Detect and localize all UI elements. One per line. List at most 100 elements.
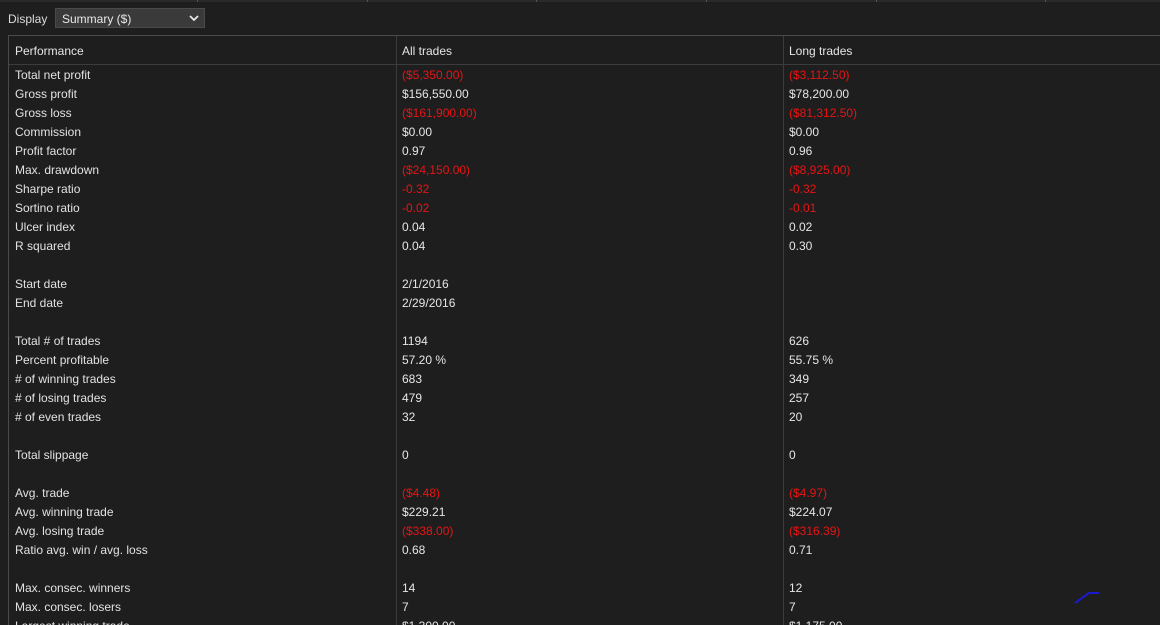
all-trades-value: $0.00 xyxy=(402,125,433,139)
metric-label: Largest winning trade xyxy=(15,619,130,625)
display-toolbar: Display Summary ($) xyxy=(0,6,1160,30)
table-row[interactable]: Ratio avg. win / avg. loss 0.68 0.71 xyxy=(9,540,1160,559)
grid-body: Total net profit ($5,350.00) ($3,112.50) Gr… xyxy=(9,65,1160,625)
display-select[interactable]: Summary ($) xyxy=(55,8,205,28)
long-trades-value: $0.00 xyxy=(789,125,820,139)
metric-label: Total net profit xyxy=(15,68,91,82)
table-row[interactable]: Max. consec. losers 7 7 xyxy=(9,597,1160,616)
long-trades-value: ($81,312.50) xyxy=(789,106,858,120)
metric-label: # of winning trades xyxy=(15,372,116,386)
all-trades-value: 0.97 xyxy=(402,144,426,158)
metric-label: Max. drawdown xyxy=(15,163,100,177)
long-trades-value: 0.96 xyxy=(789,144,813,158)
long-trades-value: -0.32 xyxy=(789,182,817,196)
table-row[interactable]: Gross loss ($161,900.00) ($81,312.50) xyxy=(9,103,1160,122)
table-row[interactable]: Avg. winning trade $229.21 $224.07 xyxy=(9,502,1160,521)
table-row[interactable]: Avg. trade ($4.48) ($4.97) xyxy=(9,483,1160,502)
top-strip-divider xyxy=(197,0,198,2)
table-row[interactable]: Largest winning trade $1,300.00 $1,175.00 xyxy=(9,616,1160,625)
all-trades-value: $1,300.00 xyxy=(402,619,455,625)
metric-label: Ulcer index xyxy=(15,220,76,234)
metric-label: Gross profit xyxy=(15,87,78,101)
table-row[interactable]: # of even trades 32 20 xyxy=(9,407,1160,426)
metric-label: Profit factor xyxy=(15,144,77,158)
display-label: Display xyxy=(8,12,48,26)
all-trades-value: ($4.48) xyxy=(402,486,441,500)
long-trades-value: -0.01 xyxy=(789,201,817,215)
top-strip-divider xyxy=(536,0,537,2)
table-row[interactable]: End date 2/29/2016 xyxy=(9,293,1160,312)
long-trades-value: $78,200.00 xyxy=(789,87,850,101)
all-trades-value: -0.32 xyxy=(402,182,430,196)
long-trades-value: 0.30 xyxy=(789,239,813,253)
table-row[interactable]: R squared 0.04 0.30 xyxy=(9,236,1160,255)
table-row[interactable]: Sortino ratio -0.02 -0.01 xyxy=(9,198,1160,217)
metric-label: R squared xyxy=(15,239,71,253)
table-row[interactable]: Total net profit ($5,350.00) ($3,112.50) xyxy=(9,65,1160,84)
table-row[interactable]: Total slippage 0 0 xyxy=(9,445,1160,464)
long-trades-value: ($4.97) xyxy=(789,486,828,500)
long-trades-value: ($316.39) xyxy=(789,524,841,538)
top-strip-divider xyxy=(367,0,368,2)
all-trades-value: 32 xyxy=(402,410,416,424)
all-trades-value: 0.04 xyxy=(402,239,426,253)
performance-grid: Performance All trades Long trades Total… xyxy=(8,35,1160,625)
metric-label: Sharpe ratio xyxy=(15,182,81,196)
metric-label: # of even trades xyxy=(15,410,102,424)
all-trades-value: $156,550.00 xyxy=(402,87,469,101)
all-trades-value: ($338.00) xyxy=(402,524,454,538)
table-row[interactable]: Ulcer index 0.04 0.02 xyxy=(9,217,1160,236)
trend-line-icon xyxy=(1074,592,1099,604)
table-row[interactable]: Start date 2/1/2016 xyxy=(9,274,1160,293)
all-trades-value: 683 xyxy=(402,372,423,386)
table-row[interactable]: Profit factor 0.97 0.96 xyxy=(9,141,1160,160)
metric-label: Sortino ratio xyxy=(15,201,80,215)
metric-label: Commission xyxy=(15,125,82,139)
table-row[interactable]: # of losing trades 479 257 xyxy=(9,388,1160,407)
long-trades-value: 626 xyxy=(789,334,810,348)
table-row[interactable] xyxy=(9,255,1160,274)
metric-label: Start date xyxy=(15,277,68,291)
metric-label: Gross loss xyxy=(15,106,72,120)
long-trades-value: 0.02 xyxy=(789,220,813,234)
top-strip-divider xyxy=(706,0,707,2)
all-trades-value: 0.04 xyxy=(402,220,426,234)
table-row[interactable]: # of winning trades 683 349 xyxy=(9,369,1160,388)
long-trades-value: 349 xyxy=(789,372,810,386)
table-row[interactable]: Sharpe ratio -0.32 -0.32 xyxy=(9,179,1160,198)
metric-label: Avg. winning trade xyxy=(15,505,114,519)
all-trades-value: 479 xyxy=(402,391,423,405)
table-row[interactable] xyxy=(9,559,1160,578)
all-trades-value: $229.21 xyxy=(402,505,446,519)
top-strip-divider xyxy=(1045,0,1046,2)
long-trades-value: 20 xyxy=(789,410,803,424)
all-trades-value: ($24,150.00) xyxy=(402,163,471,177)
table-row[interactable]: Commission $0.00 $0.00 xyxy=(9,122,1160,141)
table-row[interactable]: Max. drawdown ($24,150.00) ($8,925.00) xyxy=(9,160,1160,179)
all-trades-value: -0.02 xyxy=(402,201,430,215)
table-row[interactable]: Max. consec. winners 14 12 xyxy=(9,578,1160,597)
header-all-trades[interactable]: All trades xyxy=(402,44,452,58)
metric-label: Ratio avg. win / avg. loss xyxy=(15,543,148,557)
table-row[interactable] xyxy=(9,426,1160,445)
grid-header: Performance All trades Long trades xyxy=(9,36,1160,65)
table-row[interactable]: Percent profitable 57.20 % 55.75 % xyxy=(9,350,1160,369)
top-strip xyxy=(0,0,1160,2)
metric-label: Avg. losing trade xyxy=(15,524,105,538)
table-row[interactable] xyxy=(9,464,1160,483)
all-trades-value: 7 xyxy=(402,600,409,614)
long-trades-value: ($8,925.00) xyxy=(789,163,851,177)
long-trades-value: 0.71 xyxy=(789,543,813,557)
table-row[interactable]: Avg. losing trade ($338.00) ($316.39) xyxy=(9,521,1160,540)
header-long-trades[interactable]: Long trades xyxy=(789,44,852,58)
header-performance[interactable]: Performance xyxy=(15,44,84,58)
metric-label: Max. consec. losers xyxy=(15,600,122,614)
table-row[interactable] xyxy=(9,312,1160,331)
all-trades-value: 0.68 xyxy=(402,543,426,557)
table-row[interactable]: Gross profit $156,550.00 $78,200.00 xyxy=(9,84,1160,103)
all-trades-value: ($161,900.00) xyxy=(402,106,477,120)
all-trades-value: 2/1/2016 xyxy=(402,277,449,291)
table-row[interactable]: Total # of trades 1194 626 xyxy=(9,331,1160,350)
long-trades-value: 257 xyxy=(789,391,810,405)
top-strip-divider xyxy=(876,0,877,2)
